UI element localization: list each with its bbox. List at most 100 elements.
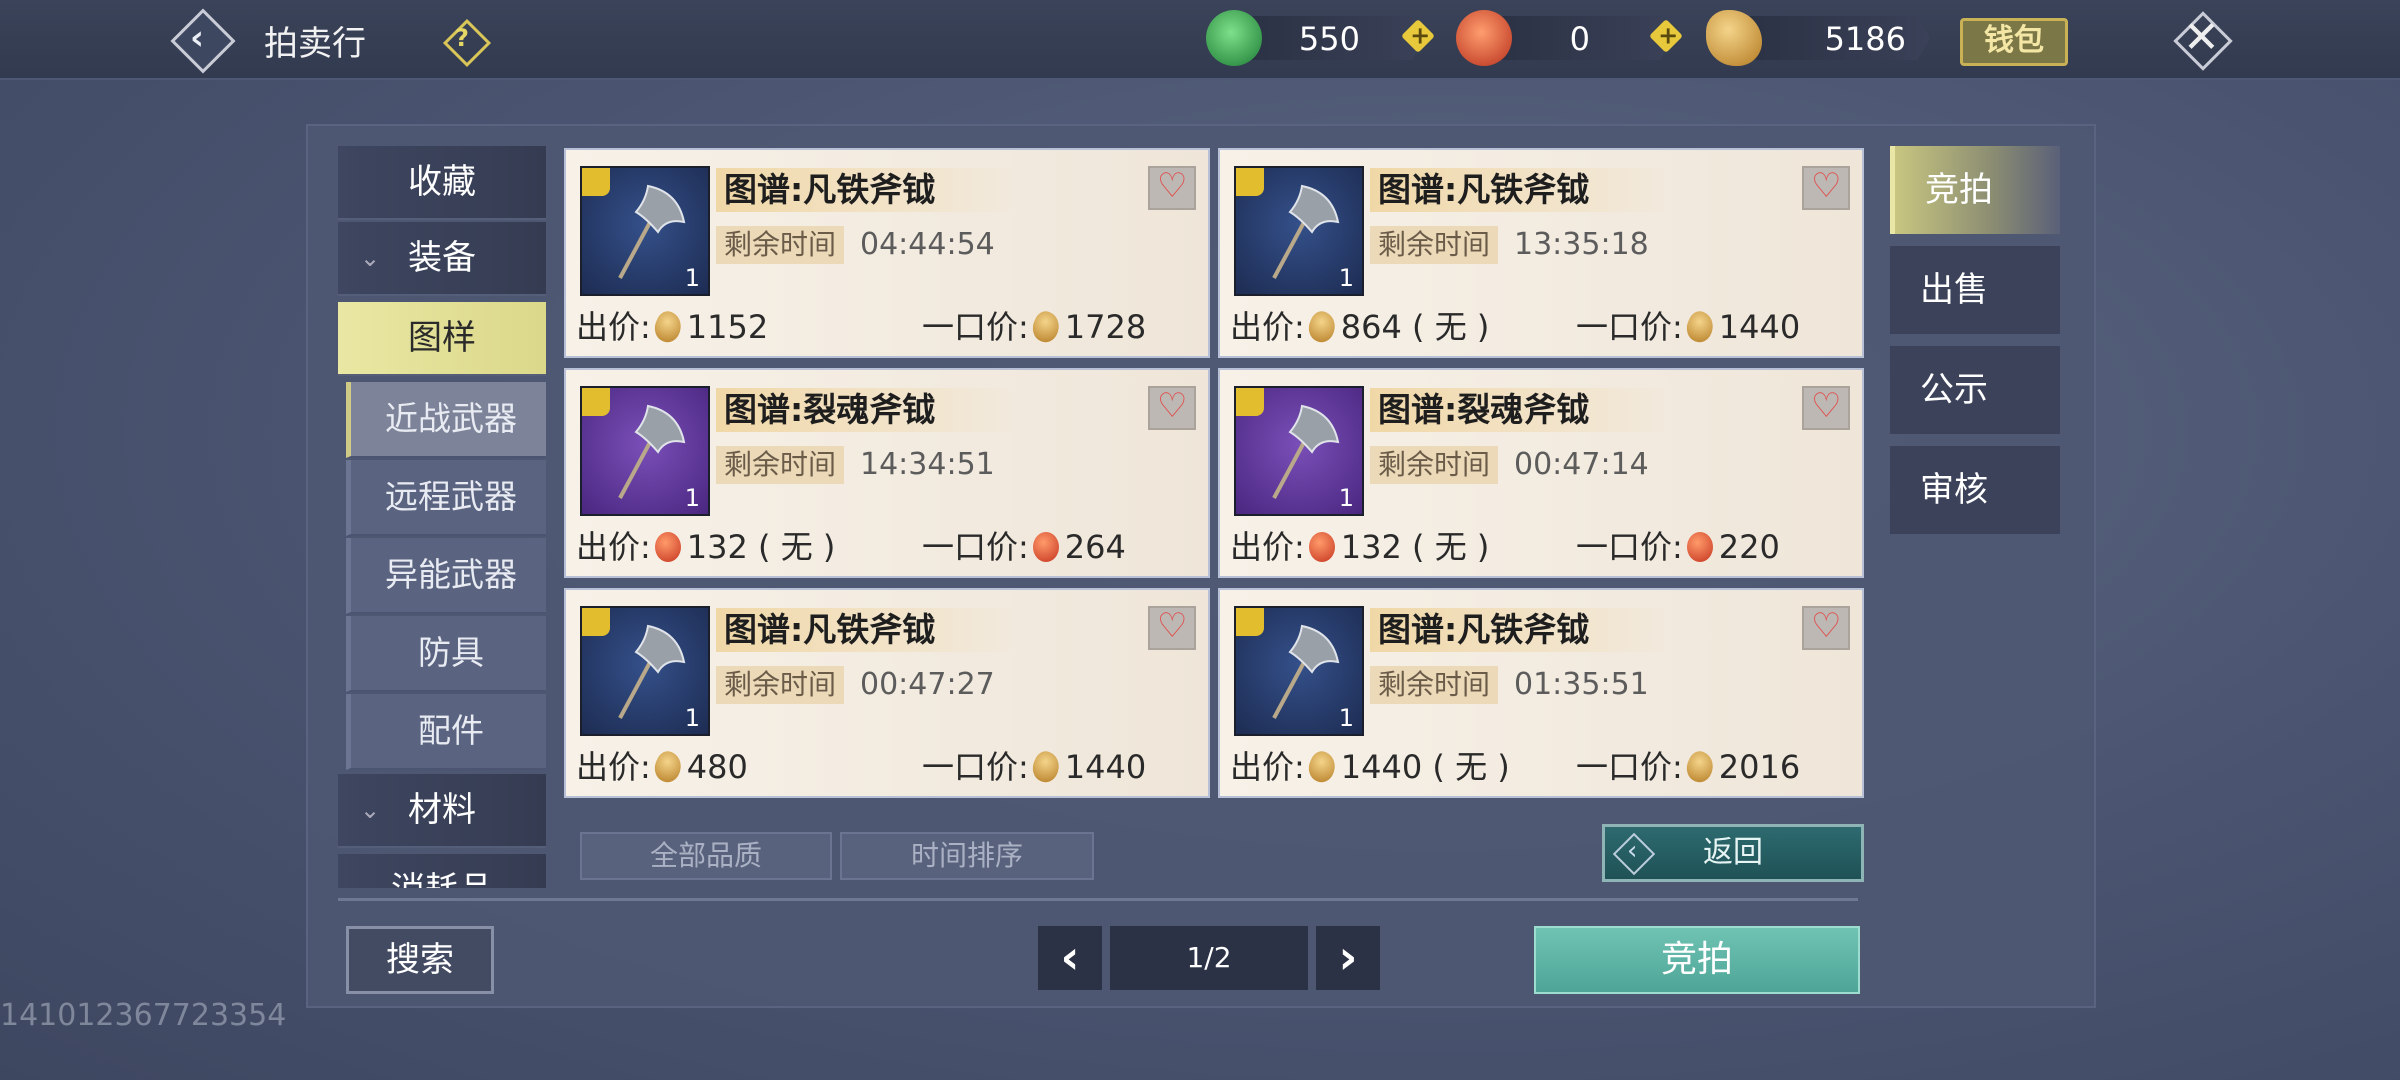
favorite-button[interactable]: ♡ — [1148, 166, 1196, 210]
remaining-time: 14:34:51 — [860, 447, 995, 482]
chevron-left-icon: ‹ — [1060, 930, 1080, 984]
nav-armor[interactable]: 防具 — [346, 616, 546, 692]
tab-announce[interactable]: 公示 — [1890, 346, 2060, 434]
search-button[interactable]: 搜索 — [346, 926, 494, 994]
remaining-time-label: 剩余时间 — [716, 226, 845, 264]
blueprint-tag-icon — [1236, 168, 1264, 196]
buyout-price: 一口价: 1440 — [1576, 307, 1801, 347]
item-card[interactable]: 1 图谱:凡铁斧钺 剩余时间 13:35:18 ♡ 出价: 864 ( 无 ) 一… — [1218, 148, 1864, 358]
axe-icon — [618, 404, 686, 499]
remaining-time: 13:35:18 — [1514, 227, 1649, 262]
back-button[interactable]: ‹ — [170, 8, 236, 74]
quality-filter[interactable]: 全部品质 — [580, 832, 832, 880]
bid-price: 出价: 132 ( 无 ) — [576, 528, 836, 566]
tab-review[interactable]: 审核 — [1890, 446, 2060, 534]
item-quantity: 1 — [1338, 484, 1354, 512]
item-name: 图谱:凡铁斧钺 — [716, 168, 1014, 212]
gold-coin-icon — [1303, 747, 1340, 787]
item-card[interactable]: 1 图谱:裂魂斧钺 剩余时间 00:47:14 ♡ 出价: 132 ( 无 ) 一… — [1218, 368, 1864, 578]
item-name: 图谱:裂魂斧钺 — [1370, 388, 1668, 432]
red-coin-icon — [654, 532, 681, 562]
bid-price: 出价: 1152 — [576, 307, 769, 347]
buyout-price: 一口价: 264 — [922, 528, 1126, 566]
nav-accessories[interactable]: 配件 — [346, 694, 546, 770]
item-name: 图谱:凡铁斧钺 — [1370, 168, 1668, 212]
nav-blueprints[interactable]: 图样 — [338, 302, 546, 376]
buyout-price: 一口价: 2016 — [1576, 747, 1801, 787]
gold-coin-icon — [1681, 747, 1718, 787]
nav-consumables[interactable]: 消耗品 — [338, 854, 546, 888]
item-card[interactable]: 1 图谱:凡铁斧钺 剩余时间 01:35:51 ♡ 出价: 1440 ( 无 ) … — [1218, 588, 1864, 798]
heart-icon: ♡ — [1811, 166, 1842, 206]
favorite-button[interactable]: ♡ — [1802, 386, 1850, 430]
bid-price: 出价: 132 ( 无 ) — [1230, 528, 1490, 566]
remaining-time: 04:44:54 — [860, 227, 995, 262]
remaining-time: 00:47:27 — [860, 667, 995, 702]
axe-icon — [1272, 404, 1340, 499]
close-button[interactable]: ✕ — [2170, 8, 2233, 71]
item-card[interactable]: 1 图谱:凡铁斧钺 剩余时间 00:47:27 ♡ 出价: 480 一口价: 144… — [564, 588, 1210, 798]
nav-materials[interactable]: ⌄ 材料 — [338, 774, 546, 848]
return-button[interactable]: ‹ 返回 — [1602, 824, 1864, 882]
nav-melee-weapons[interactable]: 近战武器 — [346, 382, 546, 458]
tab-sell[interactable]: 出售 — [1890, 246, 2060, 334]
favorite-button[interactable]: ♡ — [1148, 606, 1196, 650]
blueprint-tag-icon — [582, 608, 610, 636]
axe-icon — [1272, 184, 1340, 279]
blueprint-tag-icon — [582, 388, 610, 416]
help-button[interactable]: ? — [442, 18, 492, 68]
red-coin-icon — [1686, 532, 1713, 562]
item-thumbnail: 1 — [580, 606, 710, 736]
item-quantity: 1 — [684, 264, 700, 292]
tab-bid[interactable]: 竞拍 — [1890, 146, 2060, 234]
favorite-button[interactable]: ♡ — [1802, 606, 1850, 650]
remaining-time-label: 剩余时间 — [1370, 446, 1499, 484]
bid-button[interactable]: 竞拍 — [1534, 926, 1860, 994]
nav-equipment[interactable]: ⌄ 装备 — [338, 222, 546, 296]
favorite-button[interactable]: ♡ — [1148, 386, 1196, 430]
blueprint-tag-icon — [582, 168, 610, 196]
axe-icon — [618, 624, 686, 719]
currency-red-value: 0 — [1569, 20, 1590, 58]
item-thumbnail: 1 — [1234, 166, 1364, 296]
red-coin-icon — [1032, 532, 1059, 562]
heart-icon: ♡ — [1811, 606, 1842, 646]
heart-icon: ♡ — [1157, 166, 1188, 206]
nav-ranged-weapons[interactable]: 远程武器 — [346, 460, 546, 536]
item-quantity: 1 — [1338, 264, 1354, 292]
bid-price: 出价: 480 — [576, 747, 748, 787]
item-name: 图谱:凡铁斧钺 — [1370, 608, 1668, 652]
buyout-price: 一口价: 1728 — [922, 307, 1147, 347]
item-thumbnail: 1 — [580, 166, 710, 296]
remaining-time-label: 剩余时间 — [716, 666, 845, 704]
blueprint-tag-icon — [1236, 608, 1264, 636]
chevron-down-icon: ⌄ — [360, 796, 381, 824]
next-page-button[interactable]: › — [1316, 926, 1380, 990]
currency-jade-value: 550 — [1298, 20, 1360, 58]
remaining-time-label: 剩余时间 — [716, 446, 845, 484]
divider — [338, 898, 1858, 901]
gold-coin-icon — [1681, 307, 1718, 347]
red-coin-icon — [1308, 532, 1335, 562]
nav-favorites[interactable]: 收藏 — [338, 146, 546, 220]
prev-page-button[interactable]: ‹ — [1038, 926, 1102, 990]
item-card[interactable]: 1 图谱:凡铁斧钺 剩余时间 04:44:54 ♡ 出价: 1152 一口价: 17… — [564, 148, 1210, 358]
sort-filter[interactable]: 时间排序 — [840, 832, 1094, 880]
item-name: 图谱:凡铁斧钺 — [716, 608, 1014, 652]
nav-psionic-weapons[interactable]: 异能武器 — [346, 538, 546, 614]
chevron-down-icon: ⌄ — [360, 244, 381, 272]
buyout-price: 一口价: 220 — [1576, 528, 1780, 566]
item-thumbnail: 1 — [580, 386, 710, 516]
gold-coin-icon — [1303, 307, 1340, 347]
player-id: 141012367723354 — [0, 998, 287, 1033]
favorite-button[interactable]: ♡ — [1802, 166, 1850, 210]
remaining-time-label: 剩余时间 — [1370, 666, 1499, 704]
wallet-button[interactable]: 钱包 — [1960, 18, 2068, 66]
heart-icon: ♡ — [1157, 386, 1188, 426]
axe-icon — [1272, 624, 1340, 719]
item-card[interactable]: 1 图谱:裂魂斧钺 剩余时间 14:34:51 ♡ 出价: 132 ( 无 ) 一… — [564, 368, 1210, 578]
item-quantity: 1 — [684, 484, 700, 512]
heart-icon: ♡ — [1811, 386, 1842, 426]
page-title: 拍卖行 — [264, 24, 366, 64]
remaining-time-label: 剩余时间 — [1370, 226, 1499, 264]
